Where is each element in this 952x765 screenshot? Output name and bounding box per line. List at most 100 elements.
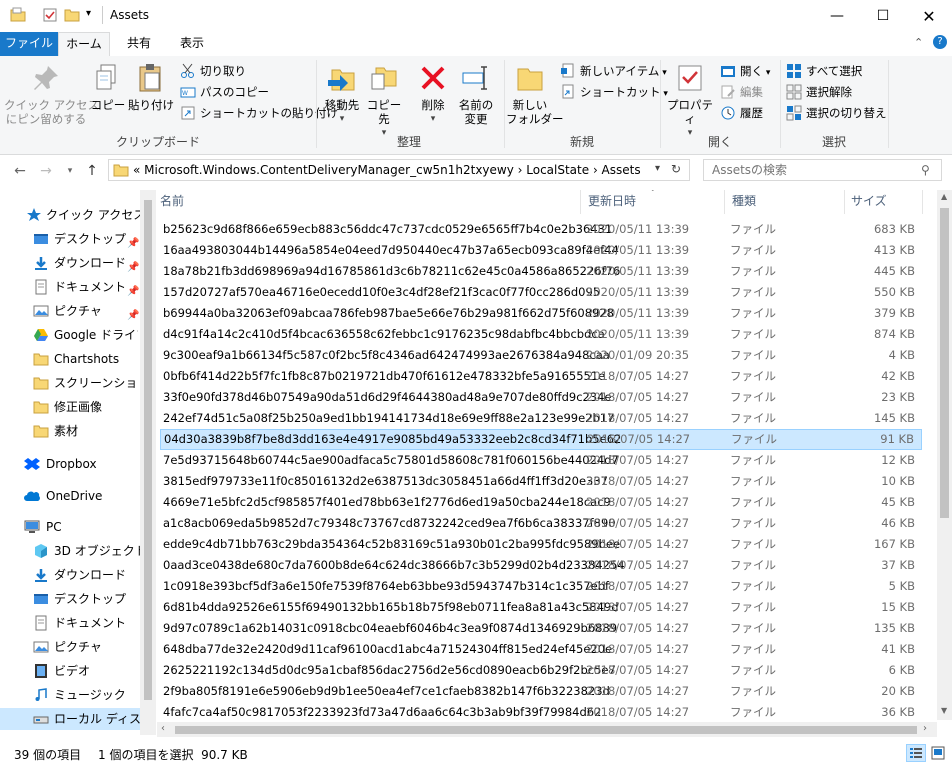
horizontal-scrollbar[interactable]: ‹ › <box>157 722 937 737</box>
maximize-button[interactable]: ☐ <box>860 0 906 32</box>
table-row[interactable]: b69944a0ba32063ef09abcaa786feb987bae5e66… <box>160 303 922 324</box>
nav-item[interactable]: ドキュメント 📌 <box>0 276 140 298</box>
properties-icon[interactable] <box>42 7 58 23</box>
nav-pc-item[interactable]: ピクチャ <box>0 636 140 658</box>
new-item-button[interactable]: 新しいアイテム ▾ <box>560 61 667 81</box>
nav-item[interactable]: デスクトップ 📌 <box>0 228 140 250</box>
table-row[interactable]: 2625221192c134d5d0dc95a1cbaf856dac2756d2… <box>160 660 922 681</box>
rename-button[interactable]: 名前の 変更 <box>454 62 498 126</box>
scroll-up-icon[interactable]: ▲ <box>941 192 947 201</box>
nav-scroll-thumb[interactable] <box>144 200 152 700</box>
paste-shortcut-button[interactable]: ショートカットの貼り付け <box>180 103 338 123</box>
select-none-button[interactable]: 選択解除 <box>786 82 852 102</box>
pin-to-quick-access-button[interactable]: クイック アクセス にピン留めする <box>4 62 99 126</box>
nav-pc-item[interactable]: ローカル ディスク (C:) <box>0 708 140 730</box>
refresh-icon[interactable]: ↻ <box>671 162 681 176</box>
table-row[interactable]: 648dba77de32e2420d9d11caf96100acd1abc4a7… <box>160 639 922 660</box>
column-separator[interactable] <box>922 190 923 214</box>
tab-view[interactable]: 表示 <box>166 32 218 56</box>
nav-pc[interactable]: PC <box>0 516 140 538</box>
copy-button[interactable]: コピー <box>90 62 126 112</box>
nav-pc-item[interactable]: 3D オブジェクト <box>0 540 140 562</box>
select-all-button[interactable]: すべて選択 <box>786 61 862 81</box>
forward-button[interactable]: → <box>36 161 56 181</box>
nav-pc-item[interactable]: ビデオ <box>0 660 140 682</box>
table-row[interactable]: 3815edf979733e11f0c85016132d2e6387513dc3… <box>160 471 922 492</box>
vertical-scroll-thumb[interactable] <box>940 208 949 518</box>
table-row[interactable]: edde9c4db71bb763c29bda354364c52b83169c51… <box>160 534 922 555</box>
open-button[interactable]: 開く ▾ <box>720 61 770 81</box>
column-header-type[interactable]: 種類 <box>732 190 756 212</box>
table-row[interactable]: 242ef74d51c5a08f25b250a9ed1bb194141734d1… <box>160 408 922 429</box>
column-separator[interactable] <box>844 190 845 214</box>
help-icon[interactable]: ? <box>933 35 947 49</box>
table-row[interactable]: 1c0918e393bcf5df3a6e150fe7539f8764eb63bb… <box>160 576 922 597</box>
address-bar[interactable]: « Microsoft.Windows.ContentDeliveryManag… <box>108 159 690 181</box>
invert-selection-button[interactable]: 選択の切り替え <box>786 103 887 123</box>
nav-dropbox[interactable]: Dropbox <box>0 453 140 475</box>
nav-item[interactable]: スクリーンショット <box>0 372 140 394</box>
table-row[interactable]: d4c91f4a14c2c410d5f4bcac636558c62febbc1c… <box>160 324 922 345</box>
recent-locations-button[interactable]: ▾ <box>60 161 80 181</box>
column-header-date[interactable]: 更新日時 <box>588 190 636 212</box>
details-view-button[interactable] <box>906 744 926 762</box>
properties-button[interactable]: プロパティ ▾ <box>664 62 716 140</box>
table-row[interactable]: 6d81b4dda92526e6155f69490132bb165b18b75f… <box>160 597 922 618</box>
tab-home[interactable]: ホーム <box>58 32 110 56</box>
table-row[interactable]: 4fafc7ca4af50c9817053f2233923fd73a47d6aa… <box>160 702 922 720</box>
paste-button[interactable]: 貼り付け <box>128 62 174 112</box>
table-row[interactable]: 18a78b21fb3dd698969a94d16785861d3c6b7821… <box>160 261 922 282</box>
back-button[interactable]: ← <box>10 161 30 181</box>
up-button[interactable]: ↑ <box>82 161 102 181</box>
table-row[interactable]: 7e5d93715648b60744c5ae900adfaca5c75801d5… <box>160 450 922 471</box>
vertical-scrollbar[interactable]: ▲ ▼ <box>937 190 952 720</box>
tab-file[interactable]: ファイル <box>0 32 58 56</box>
large-icons-view-button[interactable] <box>930 745 946 761</box>
copy-to-button[interactable]: コピー先 ▾ <box>364 62 404 140</box>
table-row[interactable]: 157d20727af570ea46716e0ecedd10f0e3c4df28… <box>160 282 922 303</box>
nav-item[interactable]: 修正画像 <box>0 396 140 418</box>
table-row[interactable]: 0bfb6f414d22b5f7fc1fb8c87b0219721db470f6… <box>160 366 922 387</box>
table-row[interactable]: 33f0e90fd378d46b07549a90da51d6d29f464438… <box>160 387 922 408</box>
column-separator[interactable] <box>580 190 581 214</box>
edit-button[interactable]: 編集 <box>720 82 763 102</box>
column-separator[interactable] <box>724 190 725 214</box>
new-folder-button[interactable]: 新しい フォルダー <box>506 62 564 126</box>
copy-path-button[interactable]: W パスのコピー <box>180 82 269 102</box>
ribbon-collapse-icon[interactable]: ⌃ <box>914 36 923 49</box>
search-icon[interactable]: ⚲ <box>921 163 930 177</box>
column-header-name[interactable]: 名前 <box>160 190 184 212</box>
scroll-right-icon[interactable]: › <box>923 723 927 734</box>
horizontal-scroll-thumb[interactable] <box>175 726 917 734</box>
nav-pc-item[interactable]: ミュージック <box>0 684 140 706</box>
nav-quick-access[interactable]: クイック アクセス <box>0 204 145 226</box>
cut-button[interactable]: 切り取り <box>180 61 246 81</box>
table-row[interactable]: a1c8acb069eda5b9852d7c79348c73767cd87322… <box>160 513 922 534</box>
address-dropdown-icon[interactable]: ▾ <box>655 163 660 174</box>
table-row[interactable]: 2f9ba805f8191e6e5906eb9d9b1ee50ea4ef7ce1… <box>160 681 922 702</box>
new-folder-icon[interactable] <box>64 7 80 23</box>
column-header-size[interactable]: サイズ <box>851 190 887 212</box>
nav-item[interactable]: Google ドライブ <box>0 324 140 346</box>
scroll-down-icon[interactable]: ▼ <box>941 706 947 715</box>
minimize-button[interactable]: — <box>814 0 860 32</box>
table-row[interactable]: 16aa493803044b14496a5854e04eed7d950440ec… <box>160 240 922 261</box>
nav-pc-item[interactable]: ダウンロード <box>0 564 140 586</box>
table-row[interactable]: 04d30a3839b8f7be8d3dd163e4e4917e9085bd49… <box>160 429 922 450</box>
nav-item[interactable]: ピクチャ 📌 <box>0 300 140 322</box>
nav-item[interactable]: 素材 <box>0 420 140 442</box>
tab-share[interactable]: 共有 <box>112 32 166 56</box>
table-row[interactable]: b25623c9d68f866e659ecb883c56ddc47c737cdc… <box>160 219 922 240</box>
scroll-left-icon[interactable]: ‹ <box>161 723 165 734</box>
nav-onedrive[interactable]: OneDrive <box>0 485 140 507</box>
table-row[interactable]: 9d97c0789c1a62b14031c0918cbc04eaebf6046b… <box>160 618 922 639</box>
delete-button[interactable]: 削除 ▾ <box>413 62 453 126</box>
search-input[interactable] <box>703 159 942 181</box>
table-row[interactable]: 9c300eaf9a1b66134f5c587c0f2bc5f8c4346ad6… <box>160 345 922 366</box>
nav-pc-item[interactable]: ドキュメント <box>0 612 140 634</box>
quick-access-dropdown-icon[interactable]: ▾ <box>86 8 91 19</box>
nav-pc-item[interactable]: デスクトップ <box>0 588 140 610</box>
history-button[interactable]: 履歴 <box>720 103 763 123</box>
table-row[interactable]: 4669e71e5bfc2d5cf985857f401ed78bb63e1f27… <box>160 492 922 513</box>
table-row[interactable]: 0aad3ce0438de680c7da7600b8de64c624dc3866… <box>160 555 922 576</box>
